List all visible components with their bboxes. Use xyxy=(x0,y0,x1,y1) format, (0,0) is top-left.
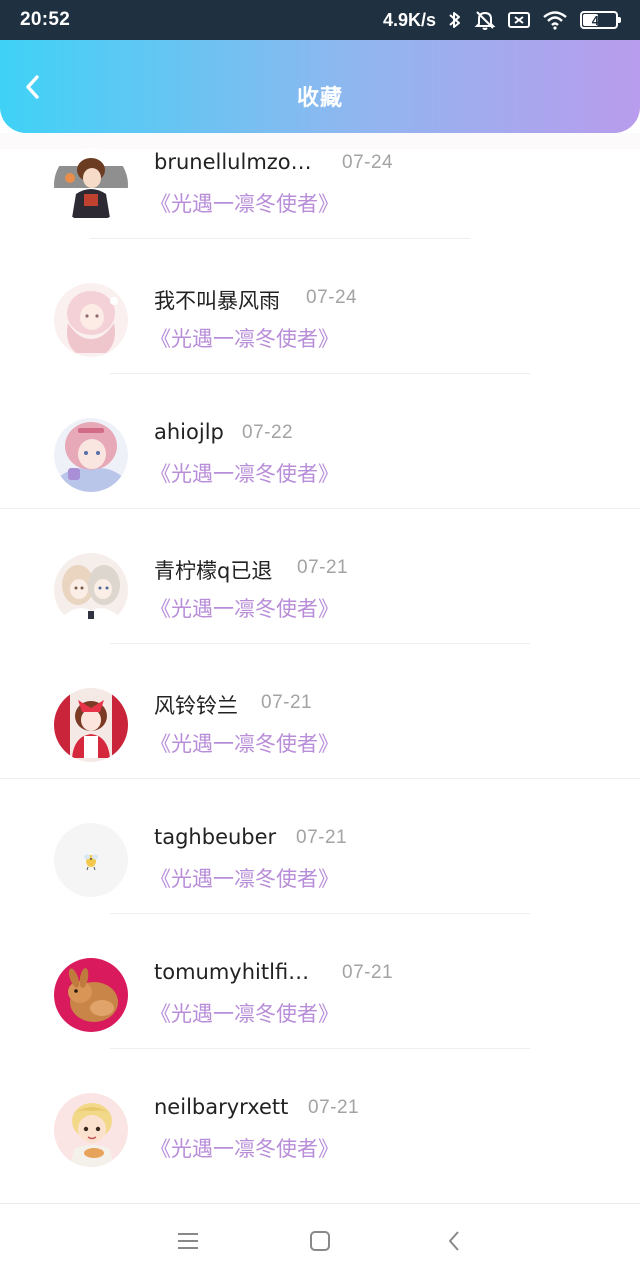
home-button[interactable] xyxy=(303,1226,337,1260)
list-item[interactable]: 我不叫暴风雨 07-24 《光遇一凛冬使者》 xyxy=(0,265,640,400)
work-title[interactable]: 《光遇一凛冬使者》 xyxy=(150,1133,339,1163)
avatar xyxy=(54,1093,128,1167)
avatar xyxy=(54,823,128,897)
mute-bell-icon xyxy=(474,9,496,31)
avatar xyxy=(54,553,128,627)
user-name: neilbaryrxett xyxy=(154,1095,289,1119)
avatar xyxy=(54,688,128,762)
favorite-date: 07-22 xyxy=(242,422,294,443)
divider xyxy=(90,238,470,239)
status-icons: 4.9K/s 44 xyxy=(382,9,621,31)
status-time: 20:52 xyxy=(20,9,71,30)
network-speed: 4.9K/s xyxy=(382,9,436,30)
favorite-date: 07-24 xyxy=(306,287,358,308)
list-item[interactable]: 青柠檬q已退 07-21 《光遇一凛冬使者》 xyxy=(0,535,640,670)
list-item[interactable]: tomumyhitlfi… 07-21 《光遇一凛冬使者》 xyxy=(0,940,640,1075)
status-bar: 20:52 4.9K/s 44 xyxy=(0,0,640,40)
work-title[interactable]: 《光遇一凛冬使者》 xyxy=(150,998,339,1028)
avatar xyxy=(54,148,128,222)
system-nav-bar xyxy=(0,1203,640,1280)
favorite-date: 07-24 xyxy=(342,152,394,173)
avatar xyxy=(54,283,128,357)
work-title[interactable]: 《光遇一凛冬使者》 xyxy=(150,188,339,218)
battery-icon: 44 xyxy=(580,11,621,29)
work-title[interactable]: 《光遇一凛冬使者》 xyxy=(150,728,339,758)
bluetooth-icon xyxy=(448,10,462,30)
list-item[interactable]: brunellulmzo… 07-24 《光遇一凛冬使者》 xyxy=(0,133,640,265)
favorite-date: 07-21 xyxy=(297,557,349,578)
user-name: 风铃铃兰 xyxy=(154,694,238,718)
wifi-icon xyxy=(542,10,568,30)
avatar xyxy=(54,958,128,1032)
favorite-date: 07-21 xyxy=(296,827,348,848)
sim-off-icon xyxy=(508,11,530,29)
divider xyxy=(110,643,530,644)
list-item[interactable]: taghbeuber 07-21 《光遇一凛冬使者》 xyxy=(0,805,640,940)
user-name: ahiojlp xyxy=(154,420,224,444)
header-bar: 收藏 xyxy=(0,40,640,133)
system-back-button[interactable] xyxy=(437,1226,471,1260)
favorite-date: 07-21 xyxy=(261,692,313,713)
work-title[interactable]: 《光遇一凛冬使者》 xyxy=(150,458,339,488)
back-triangle-icon xyxy=(446,1230,462,1256)
divider xyxy=(0,778,640,779)
menu-icon xyxy=(177,1231,199,1255)
favorite-date: 07-21 xyxy=(342,962,394,983)
divider xyxy=(110,373,530,374)
user-name: brunellulmzo… xyxy=(154,150,312,174)
battery-level: 44 xyxy=(591,12,607,28)
work-title[interactable]: 《光遇一凛冬使者》 xyxy=(150,863,339,893)
work-title[interactable]: 《光遇一凛冬使者》 xyxy=(150,323,339,353)
avatar xyxy=(54,418,128,492)
favorites-list[interactable]: brunellulmzo… 07-24 《光遇一凛冬使者》 我不叫暴风雨 07-… xyxy=(0,133,640,1203)
divider xyxy=(0,508,640,509)
page-title: 收藏 xyxy=(296,86,343,111)
favorite-date: 07-21 xyxy=(308,1097,360,1118)
divider xyxy=(110,1048,530,1049)
list-item[interactable]: neilbaryrxett 07-21 《光遇一凛冬使者》 xyxy=(0,1075,640,1203)
recent-apps-button[interactable] xyxy=(171,1226,205,1260)
user-name: taghbeuber xyxy=(154,825,277,849)
work-title[interactable]: 《光遇一凛冬使者》 xyxy=(150,593,339,623)
user-name: 青柠檬q已退 xyxy=(154,559,273,583)
list-item[interactable]: ahiojlp 07-22 《光遇一凛冬使者》 xyxy=(0,400,640,535)
list-item[interactable]: 风铃铃兰 07-21 《光遇一凛冬使者》 xyxy=(0,670,640,805)
user-name: tomumyhitlfi… xyxy=(154,960,310,984)
user-name: 我不叫暴风雨 xyxy=(154,289,280,313)
home-square-icon xyxy=(309,1230,331,1256)
divider xyxy=(110,913,530,914)
